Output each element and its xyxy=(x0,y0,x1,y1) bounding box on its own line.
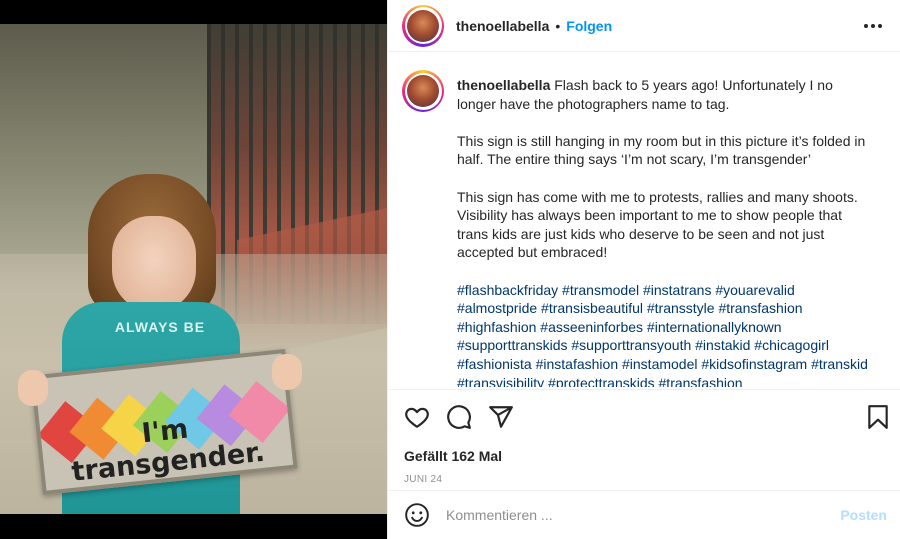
follow-button[interactable]: Folgen xyxy=(566,18,612,34)
caption-area[interactable]: thenoellabella Flash back to 5 years ago… xyxy=(388,57,900,387)
photo-left-hand xyxy=(18,370,48,406)
caption-paragraph: This sign has come with me to protests, … xyxy=(457,188,858,261)
header-username[interactable]: thenoellabella xyxy=(456,18,549,34)
post-details-panel: thenoellabella • Folgen thenoellabella F… xyxy=(387,0,900,539)
post-photo[interactable]: ALWAYS BE I'm transgender. xyxy=(0,24,387,514)
post-date[interactable]: JUNI 24 xyxy=(404,474,442,485)
likes-count[interactable]: Gefällt 162 Mal xyxy=(404,448,502,464)
caption-username[interactable]: thenoellabella xyxy=(457,77,550,93)
action-bar xyxy=(388,389,900,441)
caption-paragraph: This sign is still hanging in my room bu… xyxy=(457,132,866,168)
comment-icon[interactable] xyxy=(446,404,472,430)
caption-text: thenoellabella Flash back to 5 years ago… xyxy=(457,76,875,387)
caption-avatar[interactable] xyxy=(402,70,444,112)
avatar-inner xyxy=(404,7,442,44)
comment-bar: Posten xyxy=(388,490,900,539)
comment-input[interactable] xyxy=(446,507,816,523)
heart-icon[interactable] xyxy=(404,404,430,430)
avatar-image xyxy=(407,9,439,42)
photo-shirt-text: ALWAYS BE xyxy=(114,319,206,335)
share-icon[interactable] xyxy=(488,404,514,430)
post-comment-button[interactable]: Posten xyxy=(840,507,887,523)
caption-hashtags[interactable]: #flashbackfriday #transmodel #instatrans… xyxy=(457,281,875,387)
header-separator-dot: • xyxy=(555,17,561,34)
avatar[interactable] xyxy=(402,4,444,47)
post-media-panel: ALWAYS BE I'm transgender. xyxy=(0,0,387,539)
emoji-icon[interactable] xyxy=(404,502,430,528)
more-icon[interactable] xyxy=(861,14,885,38)
photo-child-face xyxy=(112,216,196,312)
bookmark-icon[interactable] xyxy=(865,404,891,430)
post-header: thenoellabella • Folgen xyxy=(388,0,900,52)
photo-right-hand xyxy=(272,354,302,390)
